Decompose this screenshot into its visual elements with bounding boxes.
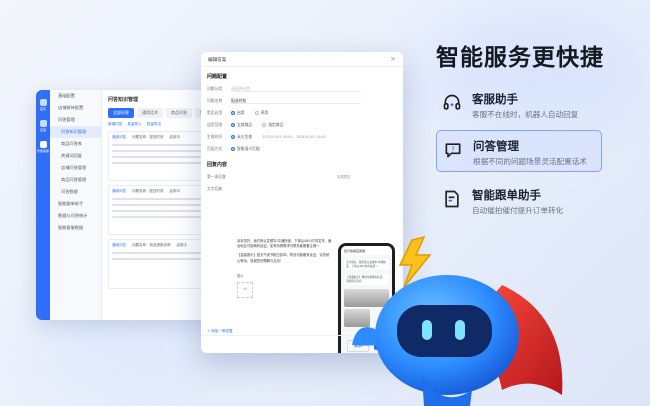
sidebar-item[interactable]: 商品问答管理 <box>50 174 101 186</box>
shop-icon[interactable] <box>39 120 47 127</box>
robot-icon[interactable] <box>39 141 47 148</box>
feature-title: 客服助手 <box>472 92 518 106</box>
close-icon[interactable]: × <box>390 55 396 63</box>
sidebar-item[interactable]: 问答数据 <box>50 186 101 198</box>
field-label: 匹配方式 <box>207 145 223 151</box>
rail-label: 首页 <box>39 107 46 111</box>
feature-qa-management: ? 问答管理 根据不同的问题场景灵活配置话术 <box>436 130 602 172</box>
sidebar-item[interactable]: 智能客服数据 <box>50 222 101 234</box>
right-eye <box>455 320 465 340</box>
radio-enable[interactable]: 启用 <box>231 110 245 116</box>
add-qa-button[interactable]: 新增问答 <box>108 122 122 127</box>
field-label: 生效时间 <box>207 133 223 139</box>
time-option[interactable]: 永久生效 <box>231 134 252 140</box>
section-title: 问题配置 <box>207 74 228 80</box>
headset-icon <box>443 94 461 110</box>
feature-title: 问答管理 <box>473 139 519 153</box>
home-icon[interactable] <box>39 99 47 106</box>
chat-bubble-icon: ? <box>445 143 461 158</box>
match-option[interactable]: 智能语义匹配 <box>231 146 260 152</box>
sidebar-item[interactable]: 店铺问答管理 <box>50 162 101 174</box>
reply-text: 【温馨提示】因天气或节假日影响，物流可能略有延迟，请您耐心等待，感谢您的理解与支… <box>237 253 330 263</box>
headline: 智能服务更快捷 <box>436 45 604 71</box>
qa-question: 问题名称：配送时效 <box>132 135 164 139</box>
form-row: 问题分类 请选择分类 <box>207 85 397 92</box>
category-select[interactable]: 请选择分类 <box>231 85 361 92</box>
feature-desc: 自动催拍催付提升订单转化 <box>472 206 564 215</box>
radio-disable[interactable]: 停用 <box>254 110 268 116</box>
sidebar-item[interactable]: 问答管理 <box>50 114 101 126</box>
visor <box>397 305 492 357</box>
qa-tag: 通用问答 <box>112 189 126 193</box>
time-range: 2023/01/01 00:00 - 2024/01/01 00:00 <box>262 134 327 139</box>
form-row: 文字回复 <box>207 185 397 192</box>
add-reply-button[interactable]: + 添加一条回复 <box>207 329 233 334</box>
field-label: 问题分类 <box>207 85 223 91</box>
qa-question: 问题名称：配送时效 <box>132 189 164 193</box>
feature-order-assistant: 智能跟单助手 自动催拍催付提升订单转化 <box>436 180 602 222</box>
radio-all-products[interactable]: 全部商品 <box>231 122 252 128</box>
dialog-title: 编辑答案 <box>208 58 227 63</box>
dialog-header: 编辑答案 × <box>201 52 403 67</box>
reply-type-label: 文字回复 <box>207 185 223 191</box>
marketing-banner: 首页 店铺 智能客服 基础配置 店铺接待配置 问答管理 问答知识管理 商品问答库 关键词回… <box>0 0 650 406</box>
reply-text: 亲亲您好，我们默认发顺丰/中通快递，下单后48小时内发货，偏远地区可能稍有延迟。… <box>237 239 332 249</box>
form-row: 问题名称 配送时效 <box>207 97 397 104</box>
form-row: 是否启用 启用 停用 <box>207 109 397 116</box>
document-edit-icon <box>445 190 459 208</box>
sidebar-item[interactable]: 问答知识管理 <box>50 126 101 138</box>
status-badge: 启用中 <box>169 189 181 193</box>
qa-tag: 通用问答 <box>112 243 126 247</box>
preview-title: 效果预览 <box>337 175 351 179</box>
status-badge: 启用中 <box>169 135 181 139</box>
sidebar-item[interactable]: 智能跟单助手 <box>50 198 101 210</box>
field-label: 适用范围 <box>207 121 223 127</box>
field-label: 是否启用 <box>207 109 223 115</box>
sidebar-item[interactable]: 商品问答库 <box>50 138 101 150</box>
reply-label: 第一条回复 <box>207 173 226 179</box>
sidebar-item[interactable]: 基础配置 <box>50 90 101 102</box>
tab-general[interactable]: 通用话术 <box>137 108 163 118</box>
rail-label: 智能客服 <box>36 149 49 153</box>
left-eye <box>422 320 432 340</box>
mascot-illustration <box>352 235 563 406</box>
form-row: 匹配方式 智能语义匹配 <box>207 145 397 152</box>
import-button[interactable]: 批量导入 <box>127 122 141 127</box>
feature-desc: 根据不同的问题场景灵活配置话术 <box>473 157 587 166</box>
reply-textarea[interactable]: 亲亲您好，我们默认发顺丰/中通快递，下单后48小时内发货，偏远地区可能稍有延迟。… <box>237 239 332 327</box>
image-label: 图片 <box>237 273 244 278</box>
section-title: 回复内容 <box>207 162 228 168</box>
form-row: 生效时间 永久生效 2023/01/01 00:00 - 2024/01/01 … <box>207 133 397 140</box>
tab-all[interactable]: 全部问答 <box>108 108 134 118</box>
feature-desc: 客服不在线时，机器人自动回复 <box>472 110 579 119</box>
rail-label: 店铺 <box>39 128 46 132</box>
upload-image-button[interactable]: + <box>237 282 253 299</box>
feature-customer-service: 客服助手 客服不在线时，机器人自动回复 <box>436 84 602 126</box>
sidebar-item[interactable]: 关键词回复 <box>50 150 101 162</box>
sidebar-item[interactable]: 店铺接待配置 <box>50 102 101 114</box>
form-row: 适用范围 全部商品 指定商品 <box>207 121 397 128</box>
tab-product[interactable]: 商品问答 <box>166 108 192 118</box>
svg-text:?: ? <box>451 146 455 154</box>
sidebar-nav: 基础配置 店铺接待配置 问答管理 问答知识管理 商品问答库 关键词回复 店铺问答管理 商品问答… <box>50 90 102 320</box>
radio-some-products[interactable]: 指定商品 <box>262 122 283 128</box>
form-row: 第一条回复 效果预览 <box>207 173 397 180</box>
status-badge: 启用中 <box>176 243 188 247</box>
qa-question: 问题名称：商品退换说明 <box>132 243 171 247</box>
export-button[interactable]: 批量导出 <box>147 122 161 127</box>
field-label: 问题名称 <box>207 97 223 103</box>
feature-title: 智能跟单助手 <box>472 188 541 202</box>
sidebar-item[interactable]: 数据与问答统计 <box>50 210 101 222</box>
app-rail: 首页 店铺 智能客服 <box>36 90 50 320</box>
qa-tag: 通用问答 <box>112 135 126 139</box>
question-name-input[interactable]: 配送时效 <box>231 97 361 104</box>
